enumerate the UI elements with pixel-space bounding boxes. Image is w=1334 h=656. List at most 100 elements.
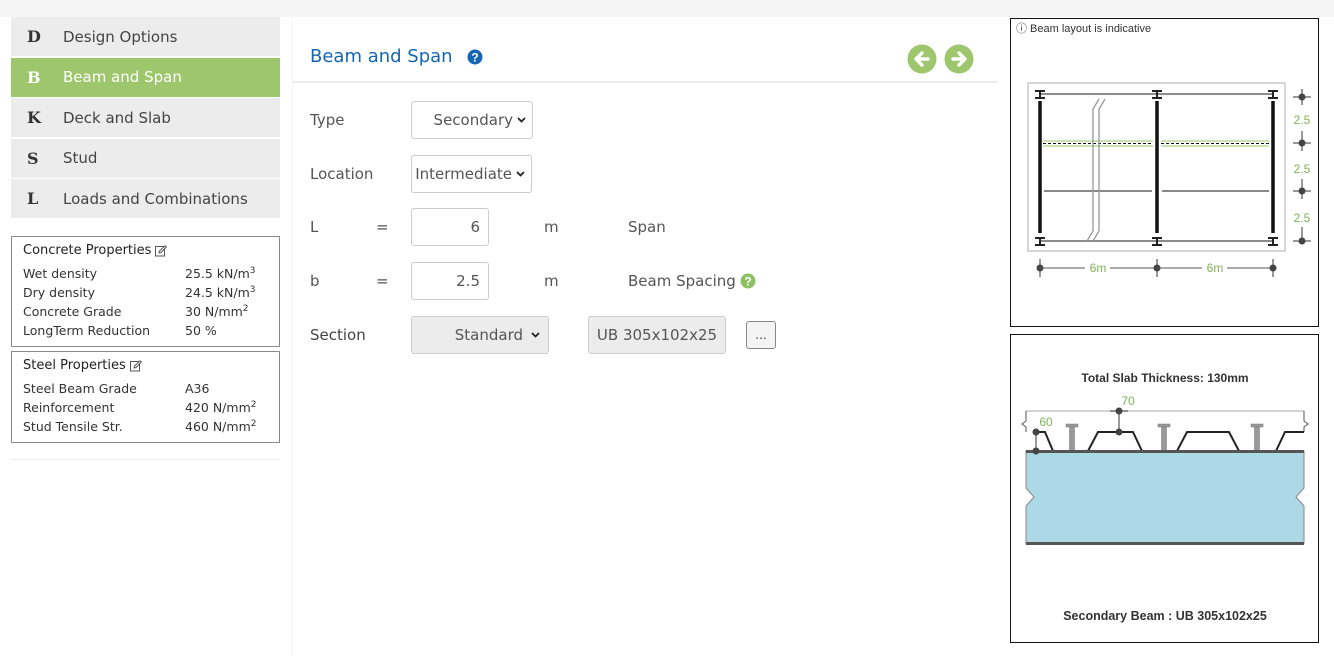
sidebar-item-design-options[interactable]: D Design Options [11, 17, 280, 56]
prop-value: 420 N/mm2 [185, 400, 257, 415]
chevron-down-icon [516, 171, 525, 177]
prop-key: Wet density [23, 266, 98, 281]
beam-bottom-flange [1026, 542, 1304, 545]
panel-title-text: Concrete Properties [23, 243, 152, 258]
section-type-value: Standard [454, 326, 523, 344]
span-input[interactable]: 6 [411, 208, 489, 246]
step-navigation [907, 44, 974, 74]
spacing-input[interactable]: 2.5 [411, 262, 489, 300]
break-line [1086, 98, 1100, 242]
nav-label: Loads and Combinations [63, 189, 248, 208]
type-row: Type Secondary [310, 100, 990, 140]
panel-title-text: Steel Properties [23, 358, 126, 373]
type-label: Type [310, 111, 345, 129]
section-caption: Secondary Beam : UB 305x102x25 [1063, 609, 1267, 623]
nav-letter: K [27, 108, 41, 127]
divider [11, 459, 280, 460]
concrete-properties-panel: Concrete Properties Wet density 25.5 kN/m… [11, 236, 280, 347]
equals-sign: = [376, 218, 389, 236]
spacing-description: Beam Spacing ? [628, 272, 756, 290]
concrete-properties-title: Concrete Properties [23, 243, 268, 258]
question-circle-icon[interactable]: ? [740, 273, 756, 289]
beam-top-flange [1026, 450, 1304, 453]
edit-icon[interactable] [155, 244, 168, 257]
prop-value: 24.5 kN/m3 [185, 285, 256, 300]
topping-label: 70 [1121, 394, 1135, 408]
steel-beam-web [1025, 450, 1305, 544]
top-bar [0, 0, 1334, 17]
span-row: L = 6 m Span [310, 207, 990, 247]
prop-row: Stud Tensile Str. 460 N/mm2 [23, 417, 268, 436]
spacing-row: b = 2.5 m Beam Spacing ? [310, 261, 990, 301]
arrow-left-circle-icon[interactable] [907, 44, 937, 74]
section-svg: Total Slab Thickness: 130mm 60 70 Second… [1021, 371, 1309, 623]
location-row: Location Intermediate [310, 154, 990, 194]
nav-letter: L [27, 189, 39, 208]
nav-label: Design Options [63, 27, 178, 46]
sidebar-item-deck-and-slab[interactable]: K Deck and Slab [11, 98, 280, 137]
sidebar-item-beam-and-span[interactable]: B Beam and Span [11, 57, 280, 97]
prop-key: Dry density [23, 285, 95, 300]
shear-stud-icon [1250, 423, 1264, 452]
slab-thickness-title: Total Slab Thickness: 130mm [1081, 371, 1248, 385]
page-title: Beam and Span ? [310, 46, 483, 67]
sidebar-item-loads-and-combinations[interactable]: L Loads and Combinations [11, 179, 280, 218]
prop-row: Reinforcement 420 N/mm2 [23, 398, 268, 417]
nav-letter: S [27, 148, 39, 168]
span-label: 6m [1090, 261, 1107, 275]
shear-stud-icon [1065, 423, 1079, 452]
type-select-value: Secondary [433, 111, 513, 129]
slab-section-diagram: Total Slab Thickness: 130mm 60 70 Second… [1010, 334, 1319, 643]
prop-value: 50 % [185, 323, 217, 338]
spacing-unit: m [544, 272, 559, 290]
edit-icon[interactable] [129, 359, 142, 372]
arrow-right-circle-icon[interactable] [944, 44, 974, 74]
prop-value: 25.5 kN/m3 [185, 266, 256, 281]
span-label: 6m [1207, 261, 1224, 275]
chevron-down-icon [531, 332, 540, 338]
browse-sections-button[interactable]: ... [746, 321, 776, 349]
chevron-down-icon [517, 117, 526, 123]
break-line [1092, 98, 1106, 242]
prop-key: Stud Tensile Str. [23, 419, 123, 434]
beam-layout-diagram: ⓘ Beam layout is indicative 2.5 2.5 2.5 … [1010, 18, 1319, 327]
span-dimension [1036, 259, 1277, 277]
spacing-label: 2.5 [1294, 211, 1311, 225]
svg-text:?: ? [744, 274, 751, 288]
type-select[interactable]: Secondary [411, 101, 533, 139]
prop-value: 30 N/mm2 [185, 304, 249, 319]
layout-svg: 2.5 2.5 2.5 6m 6m [1027, 82, 1311, 277]
location-select[interactable]: Intermediate [411, 155, 532, 193]
prop-row: Steel Beam Grade A36 [23, 379, 268, 398]
shear-stud-icon [1157, 423, 1171, 452]
prop-value: A36 [185, 381, 210, 396]
nav-letter: B [27, 67, 41, 87]
location-select-value: Intermediate [415, 165, 512, 183]
prop-key: LongTerm Reduction [23, 323, 151, 338]
prop-row: Concrete Grade 30 N/mm2 [23, 302, 268, 321]
nav-label: Beam and Span [63, 68, 182, 86]
break-symbol [1021, 411, 1027, 432]
prop-key: Reinforcement [23, 400, 115, 415]
steel-deck-profile [1035, 431, 1304, 452]
section-designation-field: UB 305x102x25 [588, 316, 726, 354]
sidebar-nav: D Design Options B Beam and Span K Deck … [11, 17, 280, 218]
span-symbol: L [310, 218, 319, 236]
steel-properties-panel: Steel Properties Steel Beam Grade A36 Rei… [11, 351, 280, 443]
prop-key: Concrete Grade [23, 304, 122, 319]
spacing-label: 2.5 [1294, 162, 1311, 176]
steel-properties-title: Steel Properties [23, 358, 268, 373]
sidebar-item-stud[interactable]: S Stud [11, 138, 280, 178]
deck-height-dimension [1032, 428, 1040, 455]
spacing-symbol: b [310, 272, 320, 290]
question-circle-icon[interactable]: ? [467, 49, 483, 65]
prop-row: Dry density 24.5 kN/m3 [23, 283, 268, 302]
section-type-select[interactable]: Standard [411, 316, 549, 354]
prop-key: Steel Beam Grade [23, 381, 137, 396]
equals-sign: = [376, 272, 389, 290]
page-title-text: Beam and Span [310, 46, 453, 67]
span-description: Span [628, 218, 666, 236]
prop-value: 460 N/mm2 [185, 419, 257, 434]
section-row: Section Standard UB 305x102x25 ... [310, 315, 990, 355]
nav-letter: D [27, 27, 41, 46]
